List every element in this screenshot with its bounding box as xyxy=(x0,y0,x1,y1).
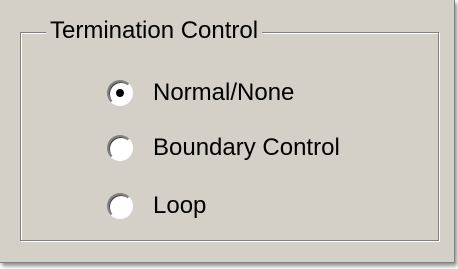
group-title: Termination Control xyxy=(46,14,263,48)
radio-label-normal-none[interactable]: Normal/None xyxy=(153,79,294,107)
radio-option-normal-none[interactable]: Normal/None xyxy=(107,76,294,110)
radio-button-boundary-control[interactable] xyxy=(107,135,133,161)
radio-option-boundary-control[interactable]: Boundary Control xyxy=(107,131,340,165)
radio-selected-dot-icon xyxy=(116,89,124,97)
termination-control-panel: Termination Control Normal/None Boundary… xyxy=(0,0,455,263)
radio-label-boundary-control[interactable]: Boundary Control xyxy=(153,134,340,162)
radio-option-loop[interactable]: Loop xyxy=(107,189,206,223)
radio-button-normal-none[interactable] xyxy=(107,80,133,106)
radio-button-loop[interactable] xyxy=(107,193,133,219)
radio-label-loop[interactable]: Loop xyxy=(153,192,206,220)
